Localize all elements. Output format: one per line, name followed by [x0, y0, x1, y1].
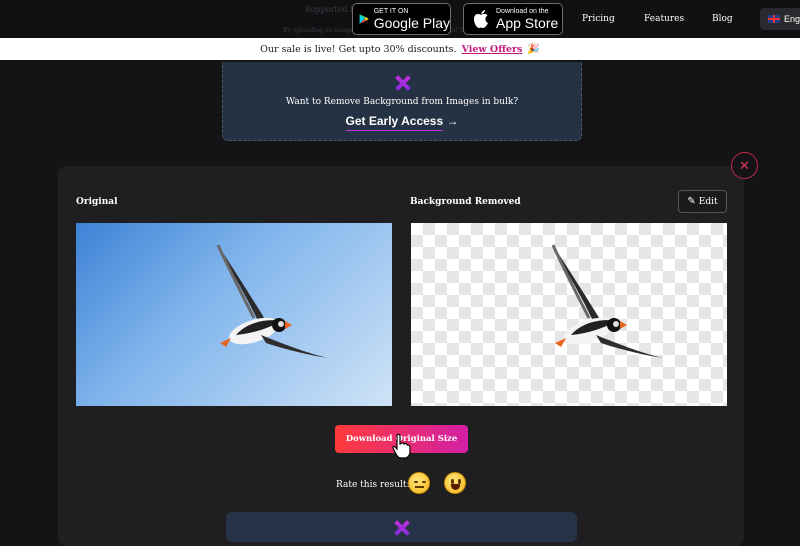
original-label: Original [76, 197, 118, 207]
nav-pricing[interactable]: Pricing [582, 14, 615, 24]
sad-face-icon[interactable] [408, 472, 430, 494]
puffin-graphic [216, 244, 328, 358]
apple-icon [474, 10, 488, 28]
close-icon: ✕ [739, 157, 750, 173]
sale-banner-text: Our sale is live! Get upto 30% discounts… [260, 43, 457, 55]
rate-result-label: Rate this result: [336, 480, 410, 490]
app-store-big-text: App Store [496, 14, 559, 31]
arrow-right-icon: → [446, 114, 459, 128]
language-selector[interactable]: Eng [760, 8, 800, 30]
app-store-button[interactable]: Download on the App Store [463, 3, 563, 35]
bulk-access-card: Want to Remove Background from Images in… [222, 62, 582, 141]
party-icon: 🎉 [527, 43, 540, 55]
get-early-access-label: Get Early Access [345, 114, 444, 131]
view-offers-link[interactable]: View Offers [462, 44, 523, 55]
background-removed-label: Background Removed [410, 197, 521, 207]
background-removed-image [411, 223, 727, 406]
bulk-description: Want to Remove Background from Images in… [285, 97, 519, 107]
happy-face-icon[interactable] [444, 472, 466, 494]
google-play-big-text: Google Play [373, 14, 450, 31]
pencil-icon: ✎ [687, 196, 696, 207]
brand-x-icon [395, 75, 411, 91]
edit-label: Edit [698, 196, 718, 207]
close-button[interactable]: ✕ [731, 152, 758, 179]
brand-x-icon-bottom [394, 520, 410, 536]
get-early-access-link[interactable]: Get Early Access → [223, 114, 581, 131]
hand-cursor-icon [392, 433, 411, 459]
sale-banner: Our sale is live! Get upto 30% discounts… [0, 38, 800, 60]
nav-blog[interactable]: Blog [712, 14, 733, 24]
bottom-bulk-card [226, 512, 577, 542]
original-image [76, 223, 392, 406]
google-play-icon [359, 14, 369, 24]
puffin-cutout-graphic [551, 244, 663, 358]
google-play-button[interactable]: GET IT ON Google Play [352, 3, 451, 35]
faint-supported-text: Supported fo [305, 5, 358, 14]
language-label: Eng [784, 14, 800, 24]
uk-flag-icon [768, 15, 780, 23]
nav-features[interactable]: Features [644, 14, 684, 24]
edit-button[interactable]: ✎ Edit [678, 190, 727, 213]
